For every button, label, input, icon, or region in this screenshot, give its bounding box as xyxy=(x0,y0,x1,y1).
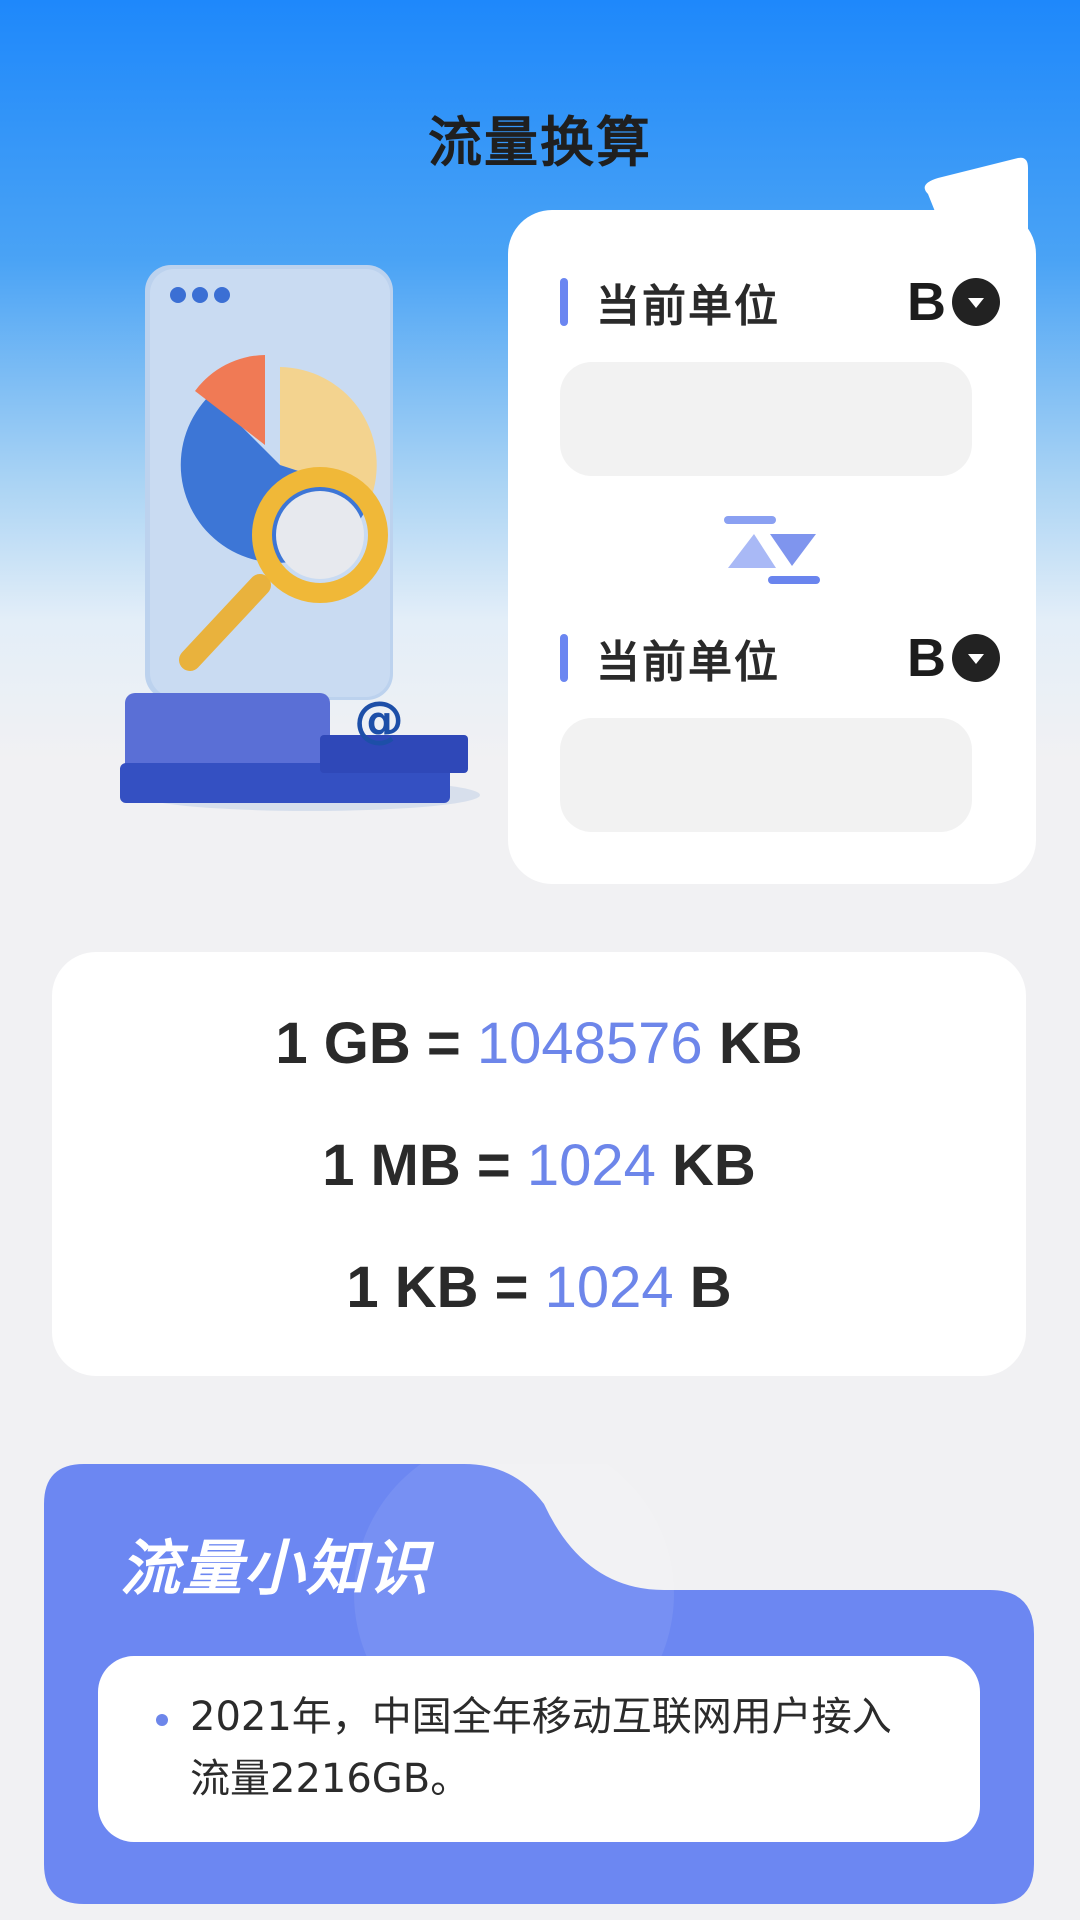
from-unit-value: B xyxy=(907,272,946,332)
swap-arrows-icon xyxy=(724,516,820,584)
knowledge-title: 流量小知识 xyxy=(120,1534,430,1604)
formula-left: 1 KB = xyxy=(346,1255,529,1320)
formula-number: 1024 xyxy=(526,1133,656,1198)
knowledge-tip-text: 2021年，中国全年移动互联网用户接入流量2216GB。 xyxy=(190,1694,892,1802)
from-unit-row: 当前单位 B xyxy=(560,272,1000,332)
accent-bar xyxy=(560,634,568,682)
from-unit-dropdown[interactable]: B xyxy=(907,271,1000,333)
to-unit-label: 当前单位 xyxy=(596,637,780,688)
formula-unit: KB xyxy=(672,1133,756,1198)
formula-gb: 1 GB = 1048576 KB xyxy=(52,1010,1026,1077)
from-unit-label: 当前单位 xyxy=(596,281,780,332)
formula-number: 1024 xyxy=(544,1255,674,1320)
chart-magnifier-illustration: @ xyxy=(120,255,490,825)
formula-left: 1 GB = xyxy=(275,1011,461,1076)
svg-text:@: @ xyxy=(354,691,404,749)
traffic-knowledge-section: 流量小知识 2021年，中国全年移动互联网用户接入流量2216GB。 xyxy=(44,1464,1034,1904)
to-unit-row: 当前单位 B xyxy=(560,628,1000,688)
to-value-input[interactable] xyxy=(560,718,972,832)
formula-left: 1 MB = xyxy=(322,1133,511,1198)
formula-number: 1048576 xyxy=(476,1011,703,1076)
from-value-input[interactable] xyxy=(560,362,972,476)
converter-card: 当前单位 B 当前单位 B xyxy=(508,210,1036,884)
to-unit-dropdown[interactable]: B xyxy=(907,627,1000,689)
swap-button[interactable] xyxy=(720,510,824,592)
to-unit-value: B xyxy=(907,628,946,688)
conversion-formulas-card: 1 GB = 1048576 KB 1 MB = 1024 KB 1 KB = … xyxy=(52,952,1026,1376)
accent-bar xyxy=(560,278,568,326)
formula-mb: 1 MB = 1024 KB xyxy=(52,1132,1026,1199)
formula-unit: B xyxy=(689,1255,732,1320)
formula-unit: KB xyxy=(718,1011,803,1076)
caret-down-icon xyxy=(952,634,1000,682)
bullet-dot xyxy=(156,1714,168,1726)
formula-kb: 1 KB = 1024 B xyxy=(52,1254,1026,1321)
knowledge-tip-card: 2021年，中国全年移动互联网用户接入流量2216GB。 xyxy=(98,1656,980,1842)
caret-down-icon xyxy=(952,278,1000,326)
